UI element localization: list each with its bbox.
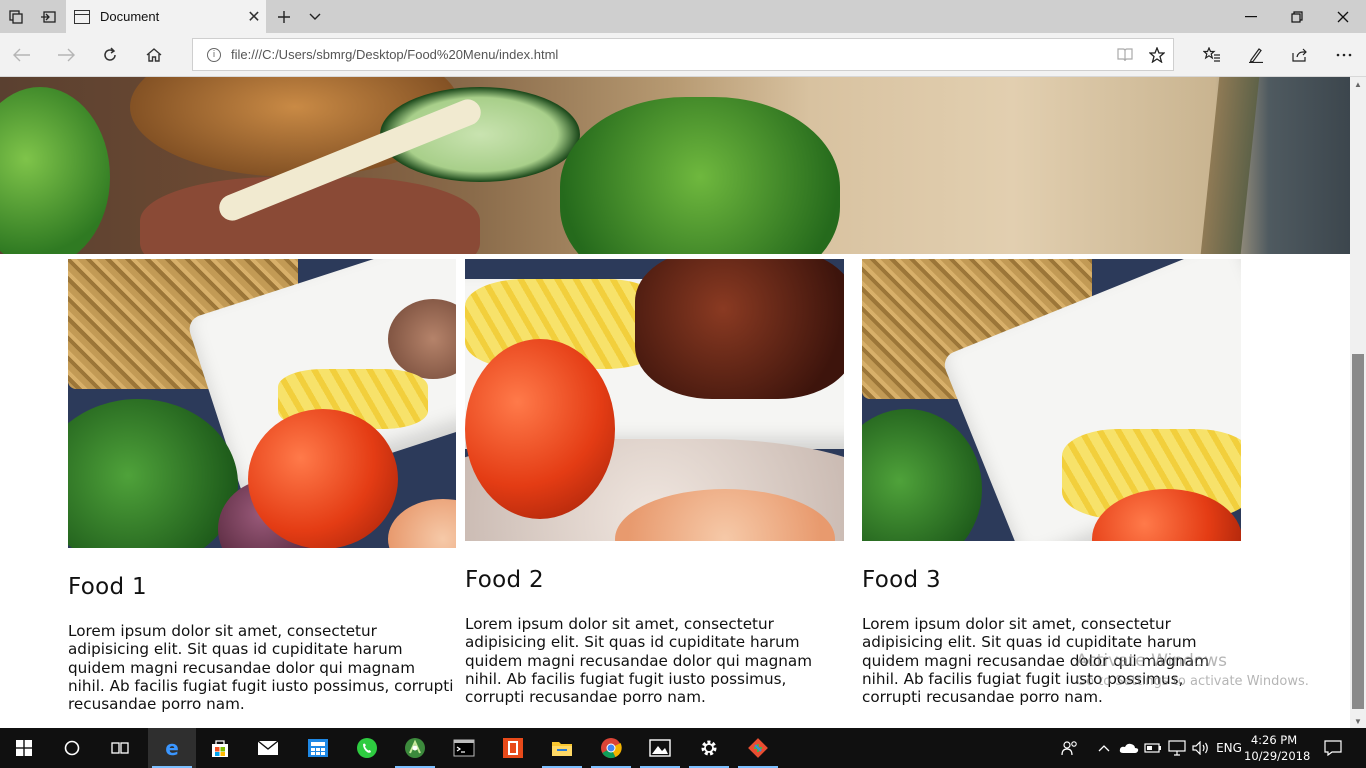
input-language[interactable]: ENG: [1214, 728, 1244, 768]
scroll-thumb[interactable]: [1352, 354, 1364, 709]
food-card-1: Food 1 Lorem ipsum dolor sit amet, conse…: [68, 259, 456, 713]
food-title-2: Food 2: [465, 567, 544, 593]
tray-chevron-up-icon[interactable]: [1094, 728, 1114, 768]
people-icon[interactable]: [1058, 728, 1082, 768]
battery-icon[interactable]: [1142, 728, 1164, 768]
food-card-2: Food 2 Lorem ipsum dolor sit amet, conse…: [465, 259, 844, 706]
onedrive-icon[interactable]: [1118, 728, 1140, 768]
clock-time: 4:26 PM: [1250, 733, 1298, 747]
windows-taskbar: e ENG 4:26 PM 10/29/2018: [0, 728, 1366, 768]
watermark-subtitle: Go to Settings to activate Windows.: [1076, 674, 1309, 689]
close-window-button[interactable]: [1320, 0, 1366, 33]
whatsapp-icon[interactable]: [343, 728, 391, 768]
scroll-down-arrow[interactable]: ▼: [1350, 714, 1366, 728]
tab-actions-icon[interactable]: [0, 0, 32, 33]
site-info-icon[interactable]: i: [207, 47, 221, 62]
share-icon[interactable]: [1278, 33, 1322, 77]
taskbar-clock[interactable]: 4:26 PM 10/29/2018: [1244, 732, 1311, 764]
forward-icon[interactable]: [44, 33, 88, 77]
address-bar[interactable]: i file:///C:/Users/sbmrg/Desktop/Food%20…: [192, 38, 1174, 71]
watermark-title: Activate Windows: [1076, 651, 1227, 671]
browser-tab-strip: Document ✕: [0, 0, 1366, 33]
back-icon[interactable]: [0, 33, 44, 77]
activate-windows-watermark: Activate Windows Go to Settings to activ…: [1076, 651, 1309, 689]
hero-image: [0, 77, 1350, 254]
tab-document[interactable]: Document ✕: [66, 0, 266, 33]
minimize-button[interactable]: [1228, 0, 1274, 33]
food-card-3: Food 3 Lorem ipsum dolor sit amet, conse…: [862, 259, 1241, 706]
page-viewport[interactable]: Food 1 Lorem ipsum dolor sit amet, conse…: [0, 77, 1350, 728]
tab-preview-icon[interactable]: [300, 0, 330, 33]
action-center-icon[interactable]: [1318, 728, 1348, 768]
food-image-2: [465, 259, 844, 541]
favorites-hub-icon[interactable]: [1190, 33, 1234, 77]
food-title-3: Food 3: [862, 567, 941, 593]
file-explorer-icon[interactable]: [538, 728, 586, 768]
edge-icon[interactable]: e: [148, 728, 196, 768]
mail-icon[interactable]: [244, 728, 292, 768]
more-icon[interactable]: [1322, 33, 1366, 77]
set-aside-icon[interactable]: [32, 0, 64, 33]
terminal-icon[interactable]: [440, 728, 488, 768]
photos-icon[interactable]: [636, 728, 684, 768]
chrome-icon[interactable]: [587, 728, 635, 768]
food-image-1: [68, 259, 456, 548]
settings-icon[interactable]: [685, 728, 733, 768]
food-image-3: [862, 259, 1241, 541]
cortana-icon[interactable]: [48, 728, 96, 768]
git-icon[interactable]: [734, 728, 782, 768]
reading-view-icon[interactable]: [1109, 39, 1141, 71]
scroll-up-arrow[interactable]: ▲: [1350, 77, 1366, 91]
food-description-1: Lorem ipsum dolor sit amet, consectetur …: [68, 622, 454, 714]
address-url[interactable]: file:///C:/Users/sbmrg/Desktop/Food%20Me…: [231, 47, 1109, 62]
close-tab-icon[interactable]: ✕: [242, 5, 266, 29]
home-icon[interactable]: [132, 33, 176, 77]
task-view-icon[interactable]: [96, 728, 144, 768]
vertical-scrollbar[interactable]: ▲ ▼: [1350, 77, 1366, 728]
android-studio-icon[interactable]: [391, 728, 439, 768]
food-title-1: Food 1: [68, 574, 147, 600]
notes-pen-icon[interactable]: [1234, 33, 1278, 77]
clock-date: 10/29/2018: [1244, 749, 1311, 763]
browser-toolbar: i file:///C:/Users/sbmrg/Desktop/Food%20…: [0, 33, 1366, 77]
refresh-icon[interactable]: [88, 33, 132, 77]
volume-icon[interactable]: [1190, 728, 1212, 768]
tab-title: Document: [100, 9, 160, 24]
favorite-star-icon[interactable]: [1141, 39, 1173, 71]
new-tab-icon[interactable]: [268, 0, 300, 33]
tab-page-icon: [74, 9, 90, 24]
office-icon[interactable]: [489, 728, 537, 768]
windows-start-icon[interactable]: [0, 728, 48, 768]
restore-button[interactable]: [1274, 0, 1320, 33]
food-description-2: Lorem ipsum dolor sit amet, consectetur …: [465, 615, 812, 707]
calculator-icon[interactable]: [294, 728, 342, 768]
network-icon[interactable]: [1166, 728, 1188, 768]
store-icon[interactable]: [196, 728, 244, 768]
